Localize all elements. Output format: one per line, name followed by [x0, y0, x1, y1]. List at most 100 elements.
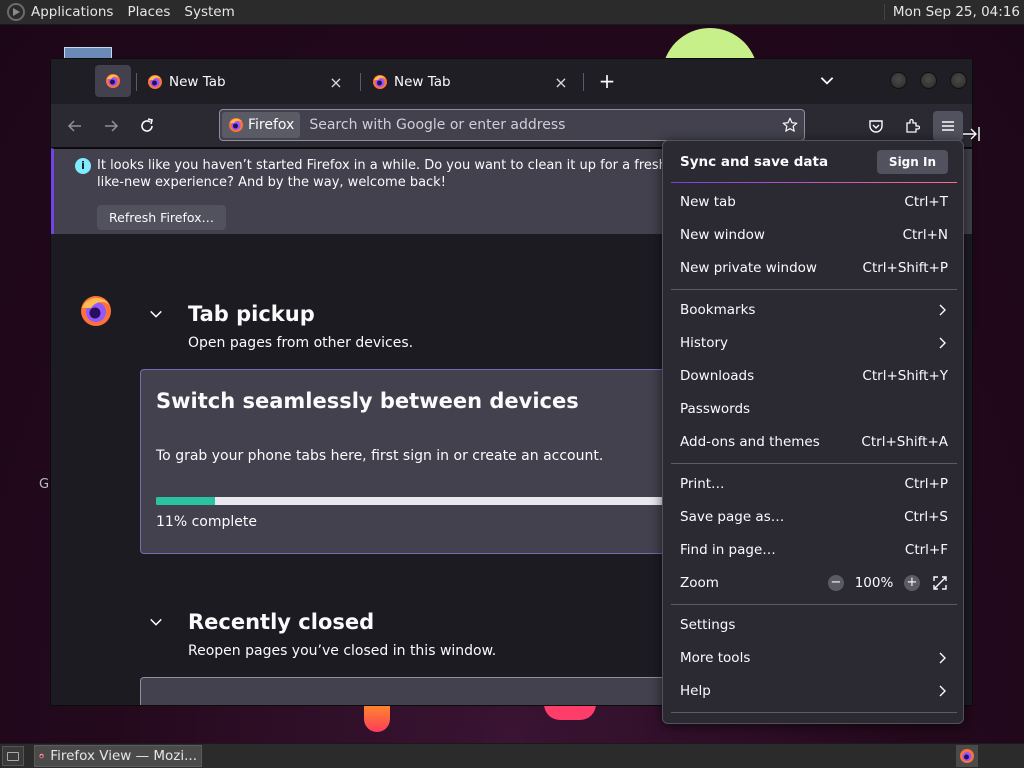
tab-bar: New Tab × New Tab × +	[51, 59, 972, 104]
menu-item-label: New window	[680, 227, 765, 243]
setup-progress-label: 11% complete	[156, 514, 257, 530]
menu-item-shortcut: Ctrl+Shift+P	[862, 260, 948, 276]
back-arrow-icon	[67, 120, 81, 132]
desktop-icon	[7, 751, 19, 761]
applications-menu[interactable]: Applications	[31, 4, 113, 20]
firefox-icon	[229, 118, 243, 132]
menu-separator	[671, 604, 957, 605]
bookmark-star-button[interactable]	[776, 112, 804, 138]
forward-button[interactable]	[100, 115, 122, 137]
tab-title: New Tab	[169, 74, 226, 90]
tab-new-tab-2[interactable]: New Tab ×	[362, 65, 578, 99]
tab-pickup-signin-card: Switch seamlessly between devices To gra…	[140, 369, 700, 554]
app-menu-button[interactable]	[933, 111, 963, 141]
system-logo-icon[interactable]	[7, 3, 25, 21]
recently-closed-subtitle: Reopen pages you’ve closed in this windo…	[188, 643, 497, 659]
tab-firefox-view[interactable]	[95, 65, 131, 97]
reload-icon	[141, 118, 153, 132]
identity-box[interactable]: Firefox	[222, 112, 301, 138]
menu-separator	[671, 463, 957, 464]
menu-item-history[interactable]: History	[671, 327, 957, 359]
menu-item-save-page-as[interactable]: Save page as… Ctrl+S	[671, 501, 957, 533]
tray-firefox-icon[interactable]	[956, 745, 978, 767]
menu-item-print[interactable]: Print… Ctrl+P	[671, 468, 957, 500]
desktop-icon-label[interactable]: G	[39, 477, 49, 492]
collapse-tab-pickup-chevron-icon[interactable]	[149, 307, 163, 321]
tab-close-icon[interactable]: ×	[552, 73, 570, 92]
setup-progress-bar	[156, 497, 696, 505]
menu-item-label: Passwords	[680, 401, 751, 417]
menu-item-label: Find in page…	[680, 542, 776, 558]
show-desktop-button[interactable]	[2, 746, 24, 766]
menu-item-downloads[interactable]: Downloads Ctrl+Shift+Y	[671, 360, 957, 392]
tab-separator	[583, 73, 584, 91]
info-icon: i	[75, 158, 91, 174]
menu-item-label: History	[680, 335, 729, 351]
menu-item-new-window[interactable]: New window Ctrl+N	[671, 219, 957, 251]
puzzle-piece-icon	[906, 118, 920, 133]
sign-in-button[interactable]: Sign In	[876, 150, 948, 174]
new-tab-button[interactable]: +	[597, 70, 617, 92]
menu-item-label: Zoom	[680, 575, 719, 591]
extensions-button[interactable]	[897, 111, 927, 141]
menu-item-settings[interactable]: Settings	[671, 609, 957, 641]
chevron-right-icon	[939, 652, 946, 664]
menu-item-label: Help	[680, 683, 711, 699]
reload-button[interactable]	[136, 115, 158, 137]
fullscreen-icon[interactable]	[932, 575, 948, 591]
menu-item-passwords[interactable]: Passwords	[671, 393, 957, 425]
chevron-right-icon	[939, 685, 946, 697]
tab-pickup-heading: Tab pickup	[188, 302, 315, 326]
refresh-firefox-button[interactable]: Refresh Firefox…	[97, 205, 227, 230]
chevron-right-icon	[939, 304, 946, 316]
app-menu-panel: Sync and save data Sign In New tab Ctrl+…	[662, 140, 964, 724]
close-window-button[interactable]	[950, 72, 967, 89]
desktop-wallpaper-shape	[544, 704, 596, 720]
pocket-icon	[869, 120, 883, 133]
menu-item-find-in-page[interactable]: Find in page… Ctrl+F	[671, 534, 957, 566]
menu-item-shortcut: Ctrl+N	[902, 227, 948, 243]
menu-item-shortcut: Ctrl+F	[904, 542, 948, 558]
minimize-button[interactable]	[890, 72, 907, 89]
identity-label: Firefox	[248, 117, 295, 133]
resize-cursor-icon	[963, 127, 981, 141]
list-all-tabs-chevron-down-icon[interactable]	[818, 71, 836, 89]
menu-item-label: Settings	[680, 617, 736, 633]
menu-item-help[interactable]: Help	[671, 675, 957, 707]
url-input[interactable]	[300, 117, 776, 133]
menu-item-shortcut: Ctrl+T	[904, 194, 948, 210]
taskbar-item-firefox[interactable]: Firefox View — Mozi...	[34, 745, 202, 767]
tab-new-tab-1[interactable]: New Tab ×	[137, 65, 353, 99]
menu-item-shortcut: Ctrl+S	[904, 509, 948, 525]
recently-closed-card	[140, 677, 700, 705]
firefox-icon	[39, 753, 44, 759]
maximize-button[interactable]	[920, 72, 937, 89]
menu-item-more-tools[interactable]: More tools	[671, 642, 957, 674]
pocket-button[interactable]	[861, 111, 891, 141]
menu-item-new-tab[interactable]: New tab Ctrl+T	[671, 186, 957, 218]
sync-label: Sync and save data	[680, 154, 829, 170]
tab-title: New Tab	[394, 74, 451, 90]
clock[interactable]: Mon Sep 25, 04:16	[883, 4, 1020, 20]
menu-item-label: New private window	[680, 260, 817, 276]
zoom-in-button[interactable]: +	[904, 575, 920, 591]
menu-item-label: Save page as…	[680, 509, 785, 525]
firefox-logo-icon	[81, 296, 111, 326]
zoom-out-button[interactable]: −	[828, 575, 844, 591]
zoom-reset-button[interactable]: 100%	[844, 575, 904, 591]
places-menu[interactable]: Places	[127, 4, 170, 20]
sync-accent-divider	[671, 182, 957, 183]
system-menu[interactable]: System	[184, 4, 234, 20]
tab-close-icon[interactable]: ×	[327, 73, 345, 92]
menu-item-bookmarks[interactable]: Bookmarks	[671, 294, 957, 326]
menu-item-addons-and-themes[interactable]: Add-ons and themes Ctrl+Shift+A	[671, 426, 957, 458]
menu-separator	[671, 289, 957, 290]
menu-item-shortcut: Ctrl+Shift+Y	[862, 368, 948, 384]
menu-separator	[671, 712, 957, 713]
firefox-icon	[373, 75, 387, 89]
firefox-icon	[960, 749, 974, 763]
address-bar[interactable]: Firefox	[219, 109, 805, 141]
collapse-recently-closed-chevron-icon[interactable]	[149, 615, 163, 629]
back-button[interactable]	[64, 115, 86, 137]
menu-item-new-private-window[interactable]: New private window Ctrl+Shift+P	[671, 252, 957, 284]
